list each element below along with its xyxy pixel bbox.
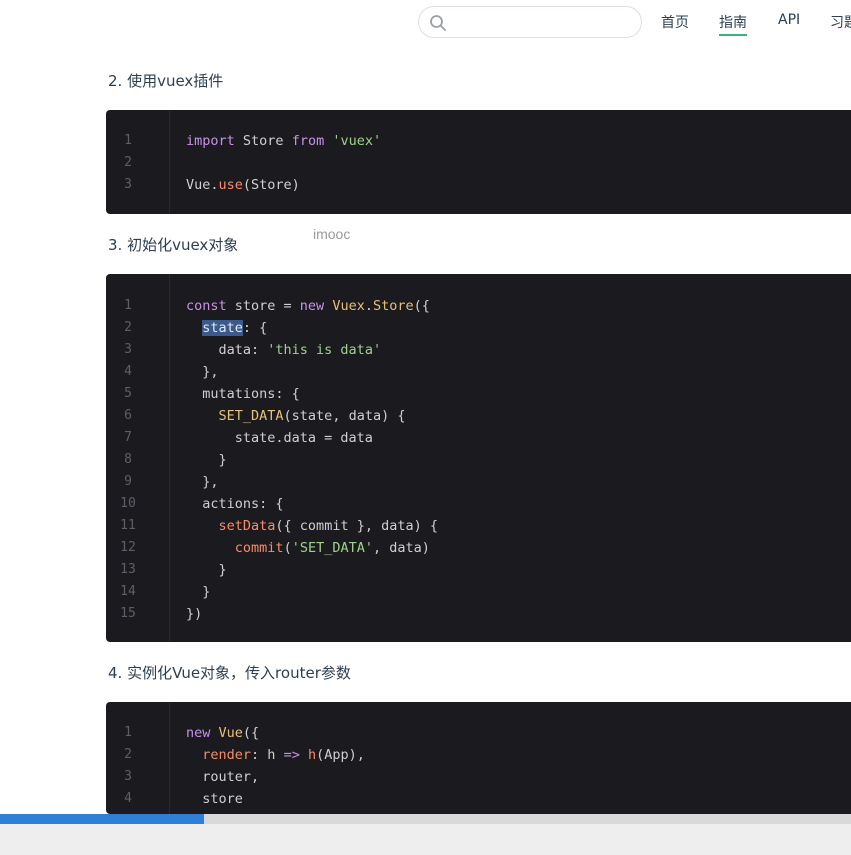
code-line: 2: [106, 152, 851, 174]
code-line: 3 Vue.use(Store): [106, 174, 851, 196]
code-text: new Vue({: [186, 725, 260, 741]
code-text: state.data = data: [186, 430, 373, 446]
code-line: 1 new Vue({: [106, 722, 851, 744]
code-text: render: h => h(App),: [202, 747, 365, 763]
line-number: 8: [124, 452, 132, 467]
code-text: },: [186, 364, 219, 380]
nav-item-exercises[interactable]: 习题: [830, 12, 851, 32]
code-line: 2 state: {: [106, 317, 851, 339]
code-text: SET_DATA(state, data) {: [218, 408, 406, 424]
code-line: 13 }: [106, 559, 851, 581]
line-number: 14: [120, 584, 136, 599]
nav-item-api[interactable]: API: [778, 12, 800, 28]
section-heading-vue-instance: 4. 实例化Vue对象，传入router参数: [108, 664, 351, 682]
code-line: 11 setData({ commit }, data) {: [106, 515, 851, 537]
video-control-bar: [0, 824, 851, 855]
code-line: 14 }: [106, 581, 851, 603]
search-input[interactable]: [418, 6, 642, 38]
code-text: const store = new Vuex.Store({: [186, 298, 430, 314]
code-text: }: [186, 584, 211, 600]
nav-item-guide[interactable]: 指南: [719, 12, 747, 36]
video-progress-bar[interactable]: [0, 814, 851, 824]
line-number: 9: [124, 474, 132, 489]
line-number: 12: [120, 540, 136, 555]
code-line: 4 },: [106, 361, 851, 383]
code-line: 1 const store = new Vuex.Store({: [106, 295, 851, 317]
code-text: router,: [186, 769, 260, 785]
search-icon: [430, 15, 446, 31]
code-line: 1 import Store from 'vuex': [106, 130, 851, 152]
top-navbar: 首页 指南 API 习题: [0, 0, 851, 44]
watermark-text: imooc: [313, 226, 351, 242]
code-line: 5 mutations: {: [106, 383, 851, 405]
line-number: 5: [124, 386, 132, 401]
line-number: 4: [124, 364, 132, 379]
code-line: 2 render: h => h(App),: [106, 744, 851, 766]
line-number: 4: [124, 791, 132, 806]
code-line: 4 store: [106, 788, 851, 810]
code-text: }: [186, 452, 227, 468]
code-text: setData({ commit }, data) {: [218, 518, 438, 534]
line-number: 7: [124, 430, 132, 445]
code-line: 10 actions: {: [106, 493, 851, 515]
code-line: 12 commit('SET_DATA', data): [106, 537, 851, 559]
line-number: 2: [124, 747, 132, 762]
nav-item-home[interactable]: 首页: [661, 12, 689, 32]
code-text: import Store from 'vuex': [186, 133, 382, 149]
line-number: 1: [124, 725, 132, 740]
code-text: },: [186, 474, 219, 490]
line-number: 10: [120, 496, 136, 511]
code-text: }: [186, 562, 227, 578]
line-number: 3: [124, 342, 132, 357]
code-line: 6 SET_DATA(state, data) {: [106, 405, 851, 427]
code-text: store: [186, 791, 243, 807]
code-line: 3 router,: [106, 766, 851, 788]
line-number: 2: [124, 320, 132, 335]
line-number: 13: [120, 562, 136, 577]
line-number: 2: [124, 155, 132, 170]
code-line: 3 data: 'this is data': [106, 339, 851, 361]
code-block-use-plugin: 1 import Store from 'vuex' 2 3 Vue.use(Store…: [106, 110, 851, 214]
video-progress-fill: [0, 814, 205, 824]
code-text: state: {: [202, 320, 268, 336]
code-text: data: 'this is data': [186, 342, 382, 358]
line-number: 1: [124, 298, 132, 313]
code-block-vue-instance: 1 new Vue({2 render: h => h(App), 3 router…: [106, 702, 851, 814]
code-text: mutations: {: [186, 386, 300, 402]
section-heading-init-vuex: 3. 初始化vuex对象: [108, 236, 239, 254]
code-line: 8 }: [106, 449, 851, 471]
line-number: 15: [120, 606, 136, 621]
section-heading-use-plugin: 2. 使用vuex插件: [108, 72, 224, 90]
code-line: 7 state.data = data: [106, 427, 851, 449]
code-block-init-vuex: 1 const store = new Vuex.Store({ 2 state: …: [106, 274, 851, 642]
code-text: commit('SET_DATA', data): [234, 540, 430, 556]
code-line: 15}): [106, 603, 851, 625]
line-number: 11: [120, 518, 136, 533]
code-text: }): [186, 606, 203, 622]
code-text: actions: {: [186, 496, 284, 512]
line-number: 1: [124, 133, 132, 148]
code-text: Vue.use(Store): [186, 177, 300, 193]
line-number: 3: [124, 769, 132, 784]
line-number: 6: [124, 408, 132, 423]
code-line: 9 },: [106, 471, 851, 493]
line-number: 3: [124, 177, 132, 192]
